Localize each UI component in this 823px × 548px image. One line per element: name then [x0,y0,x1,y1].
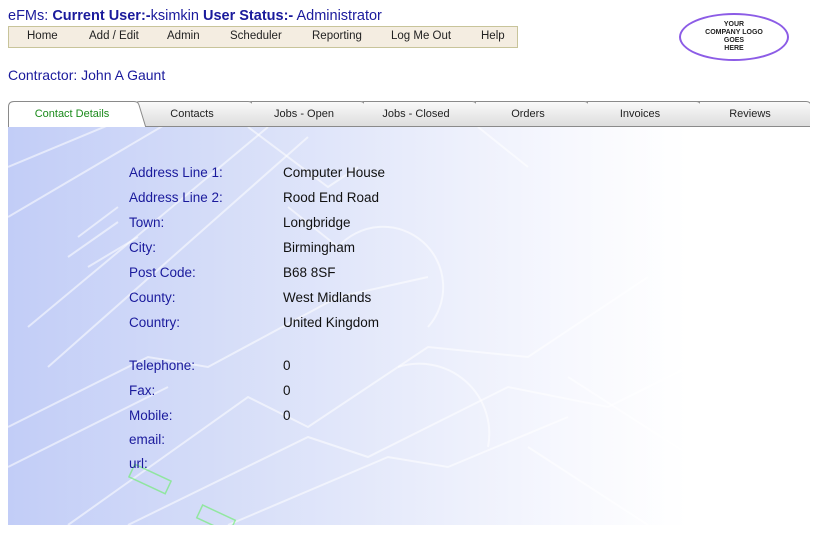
city-label: City: [129,240,156,255]
town-value: Longbridge [283,215,351,230]
app-name: eFMs: [8,8,49,24]
address-line-1-label: Address Line 1: [129,165,223,180]
fax-label: Fax: [129,383,156,398]
contact-details-panel: Address Line 1: Computer House Address L… [8,127,808,525]
telephone-label: Telephone: [129,358,196,373]
address-line-1-value: Computer House [283,165,386,180]
town-label: Town: [129,215,165,230]
company-logo: YOUR COMPANY LOGO GOES HERE [679,13,789,61]
tab-contacts[interactable]: Contacts [134,101,252,127]
tab-reviews[interactable]: Reviews [692,101,810,127]
county-value: West Midlands [283,290,372,305]
address-line-2-label: Address Line 2: [129,190,223,205]
logo-line: HERE [724,45,744,52]
tab-label: Jobs - Open [274,108,334,120]
logo-line: GOES [723,37,745,44]
tab-label: Orders [511,108,545,120]
nav-scheduler[interactable]: Scheduler [230,30,282,42]
tab-invoices[interactable]: Invoices [582,101,700,127]
mobile-label: Mobile: [129,408,173,423]
tab-label: Contacts [170,108,214,120]
county-label: County: [129,290,176,305]
tab-jobs-open[interactable]: Jobs - Open [246,101,364,127]
user-status: Administrator [296,8,382,24]
tab-label: Invoices [619,108,661,120]
nav-log-me-out[interactable]: Log Me Out [391,30,451,42]
tab-label: Jobs - Closed [382,108,450,120]
logo-line: YOUR [723,21,745,28]
tab-label: Contact Details [34,108,110,120]
nav-home[interactable]: Home [27,30,58,42]
nav-help[interactable]: Help [481,30,505,42]
current-user: ksimkin [150,8,199,24]
current-user-label: Current User:- [52,8,151,24]
blueprint-background [8,127,769,525]
header-title: eFMs: Current User:-ksimkin User Status:… [8,8,382,24]
user-status-label: User Status:- [202,8,294,24]
telephone-value: 0 [283,358,291,373]
country-label: Country: [129,315,181,330]
post-code-value: B68 8SF [283,265,336,280]
logo-line: COMPANY LOGO [705,29,763,36]
fax-value: 0 [283,383,291,398]
email-label: email: [129,432,166,447]
post-code-label: Post Code: [129,265,196,280]
contractor-name: Contractor: John A Gaunt [8,67,166,83]
url-label: url: [129,456,148,471]
mobile-value: 0 [283,408,291,423]
nav-reporting[interactable]: Reporting [312,30,362,42]
nav-admin[interactable]: Admin [167,30,200,42]
address-line-2-value: Rood End Road [283,190,380,205]
tab-orders[interactable]: Orders [470,101,588,127]
tab-bar: Reviews Invoices Orders Jobs - Closed Jo… [8,101,810,128]
main-nav-bar: Home Add / Edit Admin Scheduler Reportin… [8,26,518,48]
nav-add-edit[interactable]: Add / Edit [89,30,139,42]
country-value: United Kingdom [283,315,380,330]
tab-jobs-closed[interactable]: Jobs - Closed [358,101,476,127]
city-value: Birmingham [283,240,356,255]
tab-contact-details[interactable]: Contact Details [8,101,147,128]
tab-label: Reviews [729,108,771,120]
